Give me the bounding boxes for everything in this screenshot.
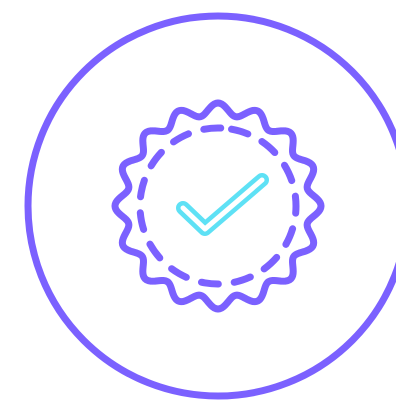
verified-badge-icon [24, 12, 396, 400]
verified-badge-illustration [0, 0, 396, 400]
outer-circle-ring [24, 12, 396, 400]
dashed-inner-ring [136, 124, 300, 288]
scalloped-seal-outline [111, 99, 325, 313]
